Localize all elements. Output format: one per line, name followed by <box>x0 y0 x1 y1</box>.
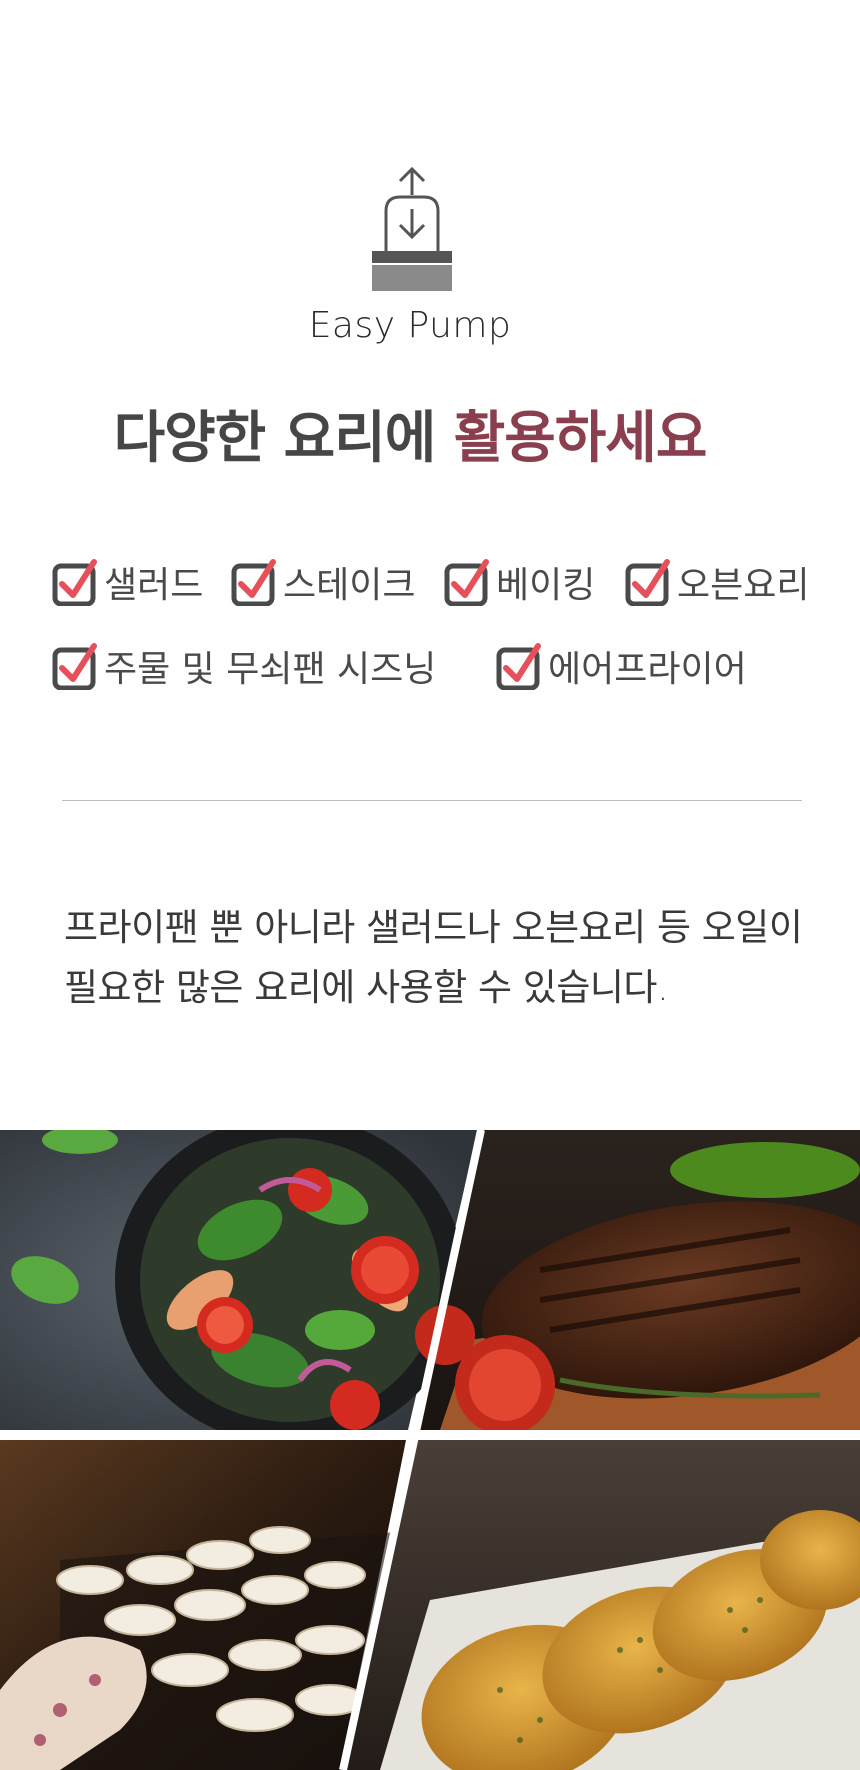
headline-main: 다양한 요리에 <box>113 406 437 471</box>
food-photo-collage <box>0 1130 860 1770</box>
checkbox-checked-icon <box>444 559 489 606</box>
description-line: 필요한 많은 요리에 사용할 수 있습니다. <box>64 966 669 1009</box>
check-item-seasoning[interactable]: 주물 및 무쇠팬 시즈닝 <box>52 640 436 692</box>
checkbox-checked-icon <box>52 559 97 606</box>
check-label: 주물 및 무쇠팬 시즈닝 <box>104 649 437 690</box>
steak-photo <box>414 1130 860 1435</box>
headline-accent: 활용하세요 <box>453 406 708 471</box>
check-label: 샐러드 <box>104 565 204 606</box>
checkbox-checked-icon <box>496 643 541 690</box>
checkbox-checked-icon <box>52 643 97 690</box>
check-label: 스테이크 <box>283 565 416 606</box>
checkbox-checked-icon <box>625 559 670 606</box>
description: 프라이팬 뿐 아니라 샐러드나 오븐요리 등 오일이 필요한 많은 요리에 사용… <box>64 898 824 1018</box>
headline: 다양한 요리에 활용하세요 <box>0 393 820 474</box>
checkbox-checked-icon <box>231 559 276 606</box>
divider <box>62 800 802 801</box>
feature-label: Easy Pump <box>308 305 512 346</box>
check-label: 오븐요리 <box>677 565 810 606</box>
garlic-bread-photo <box>346 1440 860 1770</box>
check-item-steak[interactable]: 스테이크 <box>231 556 415 608</box>
check-item-salad[interactable]: 샐러드 <box>52 556 203 608</box>
check-item-airfryer[interactable]: 에어프라이어 <box>496 640 747 692</box>
check-label: 베이킹 <box>496 565 596 606</box>
check-label: 에어프라이어 <box>548 649 747 690</box>
pump-icon <box>370 165 460 295</box>
description-line: 프라이팬 뿐 아니라 샐러드나 오븐요리 등 오일이 <box>64 906 803 949</box>
check-item-baking[interactable]: 베이킹 <box>444 556 595 608</box>
check-item-oven[interactable]: 오븐요리 <box>625 556 809 608</box>
salad-photo <box>0 1130 478 1445</box>
